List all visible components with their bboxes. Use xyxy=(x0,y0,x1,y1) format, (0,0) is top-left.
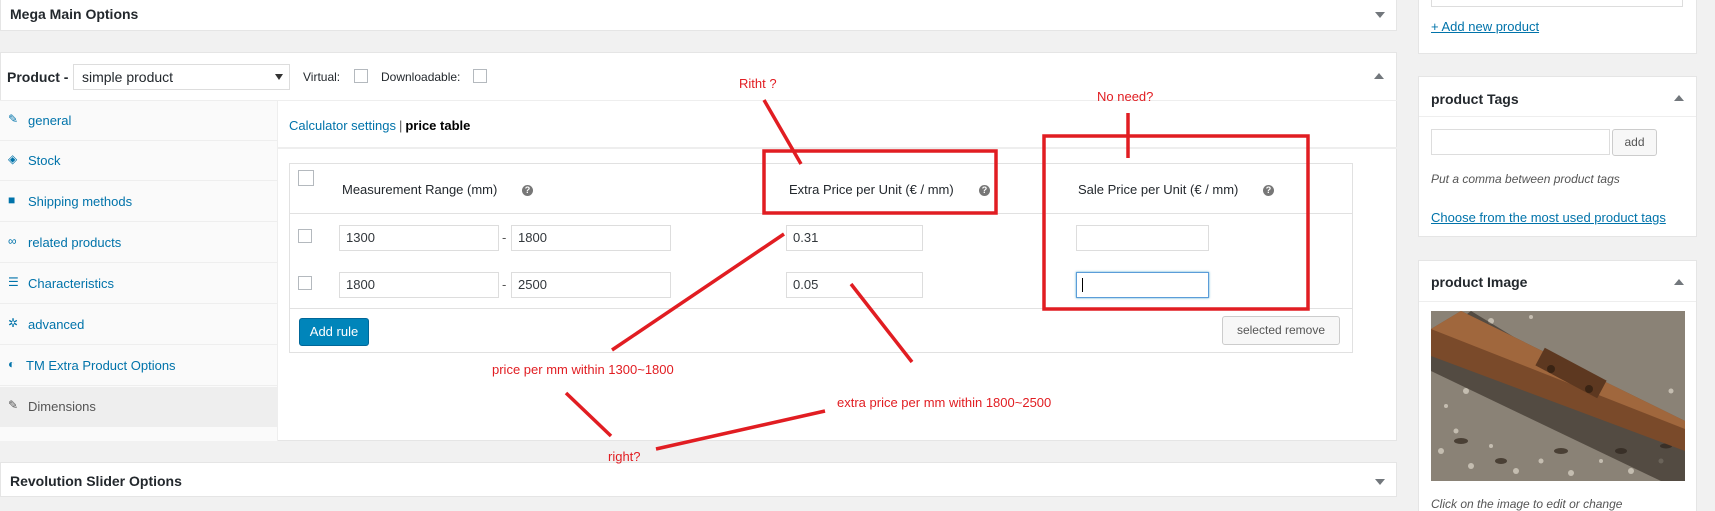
annotation-right: right? xyxy=(608,449,641,464)
annotation-line xyxy=(564,391,613,438)
annotation-line xyxy=(762,99,803,165)
sale-price-highlight-box xyxy=(1042,134,1310,311)
annotation-extra-price-per-mm: extra price per mm within 1800~2500 xyxy=(837,395,1052,410)
annotation-price-per-mm: price per mm within 1300~1800 xyxy=(492,362,674,377)
annotation-no-need: No need? xyxy=(1097,89,1154,104)
annotation-layer xyxy=(564,99,1310,451)
annotation-riht: Ritht ? xyxy=(739,76,777,91)
annotation-line xyxy=(849,282,914,364)
annotation-line xyxy=(611,232,785,352)
annotation-line xyxy=(655,409,826,451)
